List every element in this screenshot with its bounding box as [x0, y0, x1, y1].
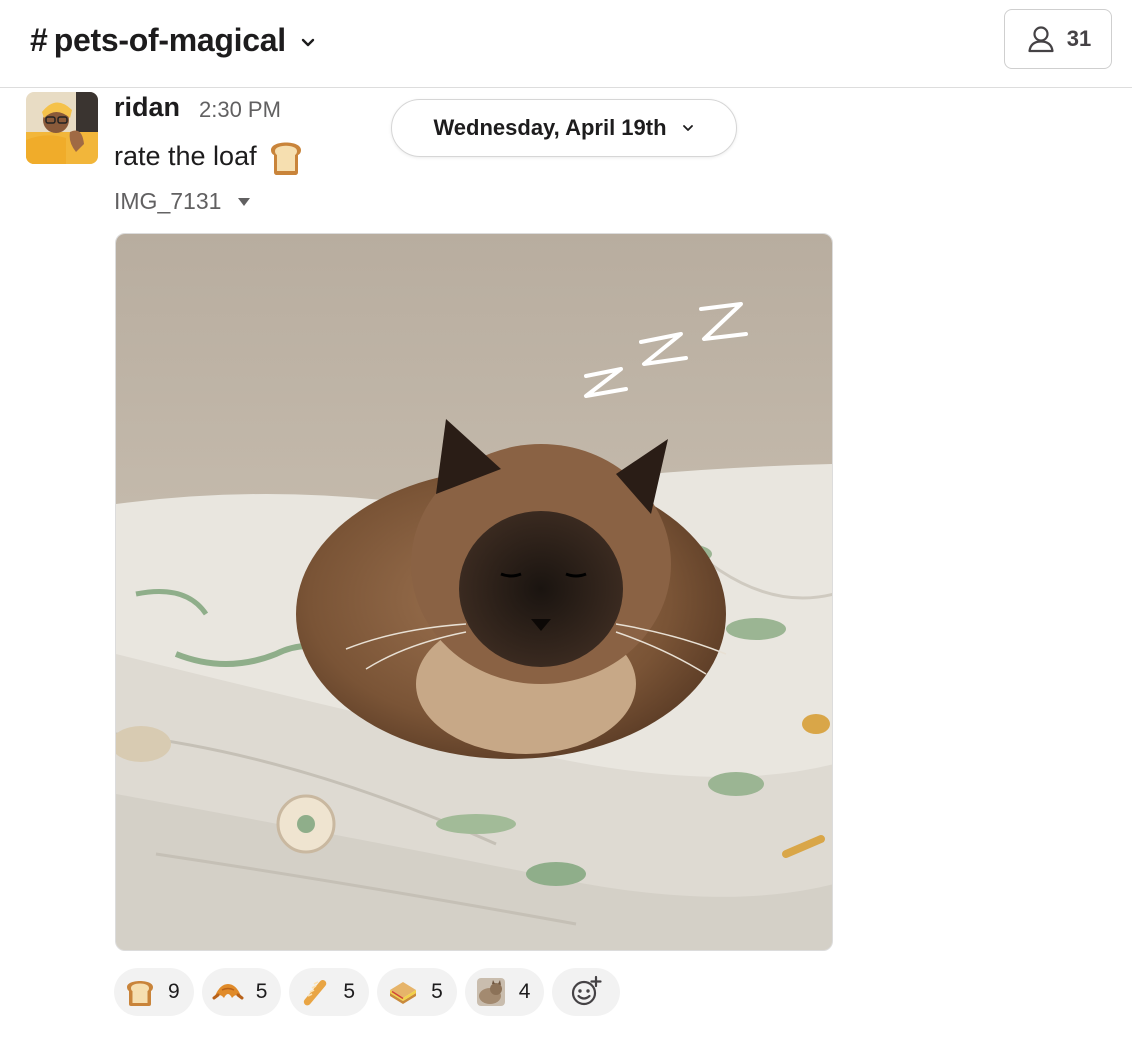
date-divider-button[interactable]: Wednesday, April 19th	[391, 99, 737, 157]
avatar[interactable]	[26, 92, 98, 164]
channel-title-button[interactable]: # pets-of-magical	[30, 22, 318, 59]
chevron-down-icon	[301, 38, 314, 46]
channel-header: # pets-of-magical 31	[0, 0, 1132, 88]
reaction-bread[interactable]: 9	[114, 968, 194, 1016]
caret-down-icon	[238, 197, 251, 206]
message-body: rate the loaf	[114, 136, 305, 176]
attachment-name: IMG_7131	[114, 188, 222, 214]
cat-photo	[116, 234, 832, 950]
attachment-toggle[interactable]: IMG_7131	[114, 188, 251, 215]
baguette-emoji-icon	[304, 980, 327, 1006]
message-text: rate the loaf	[114, 140, 257, 171]
reaction-count: 4	[518, 980, 531, 1003]
message-timestamp[interactable]: 2:30 PM	[199, 97, 281, 123]
date-label: Wednesday, April 19th	[433, 115, 667, 140]
reaction-loaf-cat[interactable]: 4	[464, 968, 545, 1016]
reaction-sandwich[interactable]: 5	[377, 968, 457, 1016]
attachment-image[interactable]	[115, 233, 833, 951]
loaf-cat-emoji-icon	[476, 978, 505, 1006]
reaction-croissant[interactable]: 5	[201, 968, 282, 1016]
bread-emoji-icon	[127, 981, 153, 1006]
reactions-bar: 9 5 5 5 4	[114, 968, 621, 1016]
channel-hash: #	[30, 22, 48, 58]
reaction-count: 5	[343, 980, 356, 1003]
add-emoji-icon	[572, 975, 603, 1006]
person-icon	[1028, 26, 1054, 53]
add-reaction-button[interactable]	[552, 968, 621, 1016]
message-author[interactable]: ridan	[114, 92, 180, 123]
channel-name: pets-of-magical	[53, 22, 286, 58]
reaction-count: 5	[255, 980, 268, 1003]
reaction-count: 9	[168, 980, 180, 1003]
sandwich-emoji-icon	[390, 982, 417, 1004]
chevron-down-icon	[682, 125, 693, 131]
reaction-baguette[interactable]: 5	[289, 968, 370, 1016]
bread-emoji-icon	[270, 142, 301, 175]
member-count: 31	[1066, 26, 1092, 51]
reaction-count: 5	[431, 980, 443, 1003]
croissant-emoji-icon	[212, 984, 244, 1000]
members-button[interactable]: 31	[1004, 9, 1112, 69]
